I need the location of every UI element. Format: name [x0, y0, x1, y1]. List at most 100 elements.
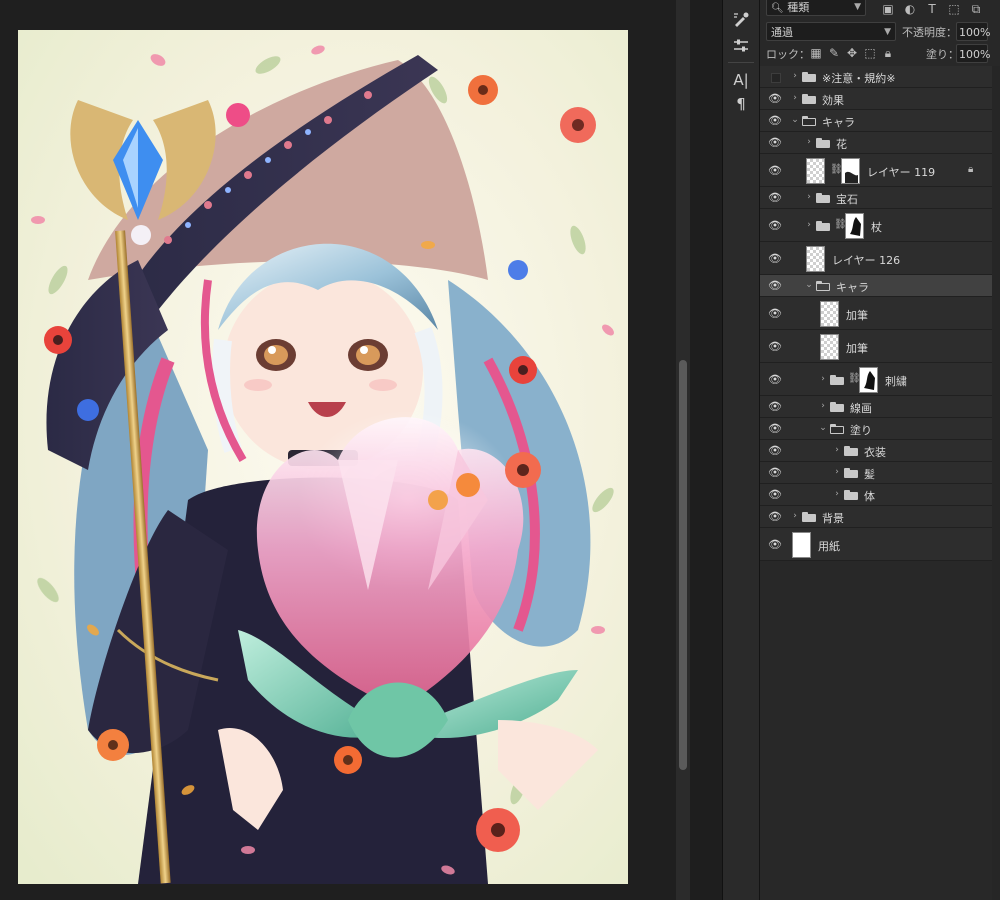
- visibility-eye-icon[interactable]: 👁︎: [768, 510, 782, 524]
- group-row[interactable]: 👁︎ › 髪: [760, 462, 992, 484]
- opacity-input[interactable]: 100%: [956, 22, 990, 41]
- layer-row[interactable]: 👁︎ 用紙: [760, 528, 992, 561]
- layer-row[interactable]: 👁︎ 加筆: [760, 297, 992, 330]
- group-row[interactable]: 👁︎ › 線画: [760, 396, 992, 418]
- visibility-eye-icon[interactable]: 👁︎: [768, 114, 782, 128]
- chevron-down-icon[interactable]: ⌄: [804, 280, 814, 290]
- chevron-right-icon[interactable]: ›: [832, 467, 842, 477]
- visibility-eye-icon[interactable]: 👁︎: [768, 136, 782, 150]
- lock-transparent-icon[interactable]: ▦: [808, 45, 824, 61]
- group-row[interactable]: 👁︎ › 背景: [760, 506, 992, 528]
- group-row[interactable]: 👁︎ ⌄ キャラ: [760, 110, 992, 132]
- chevron-down-icon[interactable]: ⌄: [790, 115, 800, 125]
- layer-name[interactable]: ※注意・規約※: [822, 70, 895, 86]
- lock-position-icon[interactable]: ✥: [844, 45, 860, 61]
- group-row[interactable]: 👁︎ › 衣装: [760, 440, 992, 462]
- group-row[interactable]: › ※注意・規約※: [760, 66, 992, 88]
- layer-mask-thumbnail[interactable]: [841, 158, 860, 184]
- blend-mode-dropdown[interactable]: 通過 ▼: [766, 22, 896, 41]
- chevron-right-icon[interactable]: ›: [818, 374, 828, 384]
- group-row[interactable]: 👁︎ › ⛓ 杖: [760, 209, 992, 242]
- visibility-eye-icon[interactable]: 👁︎: [768, 219, 782, 233]
- layer-name[interactable]: 杖: [871, 219, 882, 235]
- visibility-eye-icon[interactable]: 👁︎: [768, 538, 782, 552]
- visibility-eye-icon[interactable]: 👁︎: [768, 488, 782, 502]
- filter-smart-object-icon[interactable]: ⧉: [968, 1, 984, 17]
- visibility-eye-icon[interactable]: 👁︎: [768, 340, 782, 354]
- layer-name[interactable]: 用紙: [818, 538, 840, 554]
- layer-name[interactable]: 髪: [864, 466, 875, 482]
- layer-name[interactable]: 加筆: [846, 307, 868, 323]
- layer-name[interactable]: 体: [864, 488, 875, 504]
- visibility-eye-icon[interactable]: 👁︎: [768, 422, 782, 436]
- layer-thumbnail[interactable]: [820, 334, 839, 360]
- layer-row[interactable]: 👁︎ ⛓ レイヤー 119 🔒︎: [760, 154, 992, 187]
- layer-name[interactable]: 塗り: [850, 422, 872, 438]
- layer-name[interactable]: 刺繍: [885, 373, 907, 389]
- brush-settings-icon[interactable]: [729, 8, 753, 32]
- layer-thumbnail[interactable]: [806, 246, 825, 272]
- group-row[interactable]: 👁︎ ⌄ キャラ: [760, 275, 992, 297]
- group-row[interactable]: 👁︎ › 花: [760, 132, 992, 154]
- layer-name[interactable]: 宝石: [836, 191, 858, 207]
- filter-adjustment-icon[interactable]: ◐: [902, 1, 918, 17]
- adjustments-icon[interactable]: [729, 34, 753, 58]
- filter-pixel-icon[interactable]: ▣: [880, 1, 896, 17]
- chevron-right-icon[interactable]: ›: [832, 489, 842, 499]
- layer-row[interactable]: 👁︎ レイヤー 126: [760, 242, 992, 275]
- chevron-right-icon[interactable]: ›: [790, 511, 800, 521]
- group-row[interactable]: 👁︎ ⌄ 塗り: [760, 418, 992, 440]
- chevron-right-icon[interactable]: ›: [832, 445, 842, 455]
- paragraph-icon[interactable]: ¶: [729, 92, 753, 116]
- chevron-right-icon[interactable]: ›: [818, 401, 828, 411]
- layer-row[interactable]: 👁︎ 加筆: [760, 330, 992, 363]
- chevron-right-icon[interactable]: ›: [804, 220, 814, 230]
- character-icon[interactable]: A|: [729, 68, 753, 92]
- group-row[interactable]: 👁︎ › 効果: [760, 88, 992, 110]
- visibility-eye-icon[interactable]: 👁︎: [768, 191, 782, 205]
- group-row[interactable]: 👁︎ › 宝石: [760, 187, 992, 209]
- chevron-right-icon[interactable]: ›: [804, 192, 814, 202]
- lock-all-icon[interactable]: 🔒︎: [880, 45, 896, 61]
- visibility-eye-icon[interactable]: 👁︎: [768, 373, 782, 387]
- paper-thumbnail[interactable]: [792, 532, 811, 558]
- filter-shape-icon[interactable]: ⬚: [946, 1, 962, 17]
- layer-name[interactable]: 衣装: [864, 444, 886, 460]
- visibility-eye-icon[interactable]: [768, 70, 782, 84]
- canvas-scrollbar-thumb[interactable]: [679, 360, 687, 770]
- layer-name[interactable]: 効果: [822, 92, 844, 108]
- document-canvas-area[interactable]: [0, 0, 676, 900]
- layer-thumbnail[interactable]: [806, 158, 825, 184]
- chevron-right-icon[interactable]: ›: [790, 93, 800, 103]
- lock-artboard-icon[interactable]: ⬚: [862, 45, 878, 61]
- artwork-canvas[interactable]: [18, 30, 628, 884]
- layer-mask-thumbnail[interactable]: [859, 367, 878, 393]
- layer-thumbnail[interactable]: [820, 301, 839, 327]
- lock-paint-icon[interactable]: ✎: [826, 45, 842, 61]
- group-row[interactable]: 👁︎ › ⛓ 刺繍: [760, 363, 992, 396]
- visibility-eye-icon[interactable]: 👁︎: [768, 279, 782, 293]
- visibility-eye-icon[interactable]: 👁︎: [768, 400, 782, 414]
- visibility-eye-icon[interactable]: 👁︎: [768, 466, 782, 480]
- visibility-eye-icon[interactable]: 👁︎: [768, 164, 782, 178]
- canvas-vertical-scrollbar[interactable]: [676, 0, 690, 900]
- layer-name[interactable]: 背景: [822, 510, 844, 526]
- fill-input[interactable]: 100%: [956, 44, 990, 63]
- layer-filter-dropdown[interactable]: 🔍︎ 種類 ▼: [766, 0, 866, 16]
- chevron-right-icon[interactable]: ›: [804, 137, 814, 147]
- layer-name[interactable]: 線画: [850, 400, 872, 416]
- layer-name[interactable]: 花: [836, 136, 847, 152]
- filter-type-icon[interactable]: T: [924, 1, 940, 17]
- layer-name[interactable]: レイヤー 119: [867, 164, 935, 180]
- visibility-eye-icon[interactable]: 👁︎: [768, 444, 782, 458]
- chevron-down-icon[interactable]: ⌄: [818, 423, 828, 433]
- layer-name[interactable]: 加筆: [846, 340, 868, 356]
- layers-scrollbar[interactable]: [992, 66, 1000, 900]
- layer-name[interactable]: キャラ: [836, 279, 869, 295]
- layer-name[interactable]: キャラ: [822, 114, 855, 130]
- visibility-eye-icon[interactable]: 👁︎: [768, 92, 782, 106]
- visibility-eye-icon[interactable]: 👁︎: [768, 252, 782, 266]
- chevron-right-icon[interactable]: ›: [790, 71, 800, 81]
- layer-mask-thumbnail[interactable]: [845, 213, 864, 239]
- layer-name[interactable]: レイヤー 126: [832, 252, 900, 268]
